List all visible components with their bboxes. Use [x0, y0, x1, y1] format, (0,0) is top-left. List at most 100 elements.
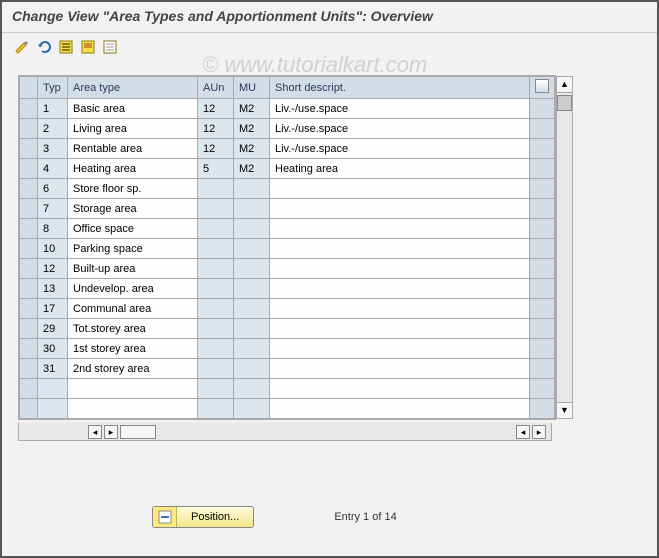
- table-row[interactable]: [20, 399, 555, 419]
- row-selector[interactable]: [20, 319, 38, 339]
- col-header-area[interactable]: Area type: [68, 77, 198, 99]
- cell-desc[interactable]: Liv.-/use.space: [270, 119, 530, 139]
- cell-aun[interactable]: [198, 179, 234, 199]
- col-header-config[interactable]: [530, 77, 555, 99]
- cell-area[interactable]: 1st storey area: [68, 339, 198, 359]
- cell-desc[interactable]: [270, 279, 530, 299]
- cell-area[interactable]: Living area: [68, 119, 198, 139]
- cell-typ[interactable]: 7: [38, 199, 68, 219]
- row-selector[interactable]: [20, 339, 38, 359]
- cell-desc[interactable]: [270, 179, 530, 199]
- cell-area[interactable]: Storage area: [68, 199, 198, 219]
- table-row[interactable]: 10Parking space: [20, 239, 555, 259]
- cell-typ[interactable]: 6: [38, 179, 68, 199]
- select-all-icon[interactable]: [56, 37, 76, 57]
- table-row[interactable]: 2Living area12M2Liv.-/use.space: [20, 119, 555, 139]
- col-header-mu[interactable]: MU: [234, 77, 270, 99]
- cell-desc[interactable]: Liv.-/use.space: [270, 139, 530, 159]
- cell-mu[interactable]: [234, 219, 270, 239]
- cell-desc[interactable]: [270, 319, 530, 339]
- cell-desc[interactable]: [270, 299, 530, 319]
- cell-area[interactable]: Communal area: [68, 299, 198, 319]
- table-row[interactable]: 29Tot.storey area: [20, 319, 555, 339]
- row-selector[interactable]: [20, 359, 38, 379]
- horizontal-scrollbar[interactable]: ◂ ▸ ◂ ▸: [18, 423, 552, 441]
- cell-area[interactable]: [68, 399, 198, 419]
- cell-area[interactable]: 2nd storey area: [68, 359, 198, 379]
- table-row[interactable]: 17Communal area: [20, 299, 555, 319]
- hscroll-left2-icon[interactable]: ◂: [516, 425, 530, 439]
- cell-aun[interactable]: 5: [198, 159, 234, 179]
- col-header-aun[interactable]: AUn: [198, 77, 234, 99]
- hscroll-left-icon[interactable]: ◂: [88, 425, 102, 439]
- cell-desc[interactable]: [270, 259, 530, 279]
- table-row[interactable]: 3Rentable area12M2Liv.-/use.space: [20, 139, 555, 159]
- hscroll-thumb[interactable]: [120, 425, 156, 439]
- cell-mu[interactable]: [234, 179, 270, 199]
- cell-aun[interactable]: 12: [198, 139, 234, 159]
- cell-typ[interactable]: 29: [38, 319, 68, 339]
- cell-desc[interactable]: [270, 199, 530, 219]
- cell-mu[interactable]: M2: [234, 99, 270, 119]
- cell-desc[interactable]: Heating area: [270, 159, 530, 179]
- table-row[interactable]: 1Basic area12M2Liv.-/use.space: [20, 99, 555, 119]
- table-row[interactable]: 312nd storey area: [20, 359, 555, 379]
- cell-typ[interactable]: 17: [38, 299, 68, 319]
- hscroll-right-icon[interactable]: ▸: [104, 425, 118, 439]
- position-button[interactable]: Position...: [152, 506, 254, 528]
- cell-typ[interactable]: 31: [38, 359, 68, 379]
- cell-desc[interactable]: Liv.-/use.space: [270, 99, 530, 119]
- cell-typ[interactable]: [38, 399, 68, 419]
- scroll-up-icon[interactable]: ▲: [557, 77, 572, 93]
- row-selector[interactable]: [20, 199, 38, 219]
- cell-aun[interactable]: [198, 219, 234, 239]
- cell-mu[interactable]: M2: [234, 159, 270, 179]
- cell-aun[interactable]: [198, 259, 234, 279]
- cell-mu[interactable]: [234, 399, 270, 419]
- table-settings-icon[interactable]: [535, 79, 549, 93]
- cell-mu[interactable]: [234, 259, 270, 279]
- row-selector[interactable]: [20, 119, 38, 139]
- cell-typ[interactable]: 12: [38, 259, 68, 279]
- cell-area[interactable]: Office space: [68, 219, 198, 239]
- cell-desc[interactable]: [270, 239, 530, 259]
- cell-mu[interactable]: [234, 199, 270, 219]
- cell-mu[interactable]: [234, 339, 270, 359]
- cell-mu[interactable]: [234, 359, 270, 379]
- cell-mu[interactable]: [234, 279, 270, 299]
- col-header-typ[interactable]: Typ: [38, 77, 68, 99]
- cell-aun[interactable]: [198, 379, 234, 399]
- select-block-icon[interactable]: [78, 37, 98, 57]
- row-selector[interactable]: [20, 279, 38, 299]
- cell-typ[interactable]: [38, 379, 68, 399]
- col-header-select[interactable]: [20, 77, 38, 99]
- cell-mu[interactable]: [234, 239, 270, 259]
- cell-mu[interactable]: [234, 319, 270, 339]
- cell-area[interactable]: [68, 379, 198, 399]
- cell-mu[interactable]: [234, 299, 270, 319]
- cell-aun[interactable]: [198, 319, 234, 339]
- cell-area[interactable]: Undevelop. area: [68, 279, 198, 299]
- table-row[interactable]: 13Undevelop. area: [20, 279, 555, 299]
- cell-aun[interactable]: 12: [198, 119, 234, 139]
- change-icon[interactable]: [12, 37, 32, 57]
- cell-mu[interactable]: M2: [234, 119, 270, 139]
- cell-mu[interactable]: [234, 379, 270, 399]
- col-header-desc[interactable]: Short descript.: [270, 77, 530, 99]
- scroll-down-icon[interactable]: ▼: [557, 402, 572, 418]
- cell-area[interactable]: Basic area: [68, 99, 198, 119]
- deselect-all-icon[interactable]: [100, 37, 120, 57]
- row-selector[interactable]: [20, 219, 38, 239]
- cell-typ[interactable]: 30: [38, 339, 68, 359]
- cell-typ[interactable]: 13: [38, 279, 68, 299]
- cell-mu[interactable]: M2: [234, 139, 270, 159]
- row-selector[interactable]: [20, 299, 38, 319]
- cell-typ[interactable]: 3: [38, 139, 68, 159]
- cell-aun[interactable]: [198, 339, 234, 359]
- row-selector[interactable]: [20, 399, 38, 419]
- cell-aun[interactable]: [198, 359, 234, 379]
- table-row[interactable]: [20, 379, 555, 399]
- cell-area[interactable]: Heating area: [68, 159, 198, 179]
- row-selector[interactable]: [20, 99, 38, 119]
- cell-typ[interactable]: 1: [38, 99, 68, 119]
